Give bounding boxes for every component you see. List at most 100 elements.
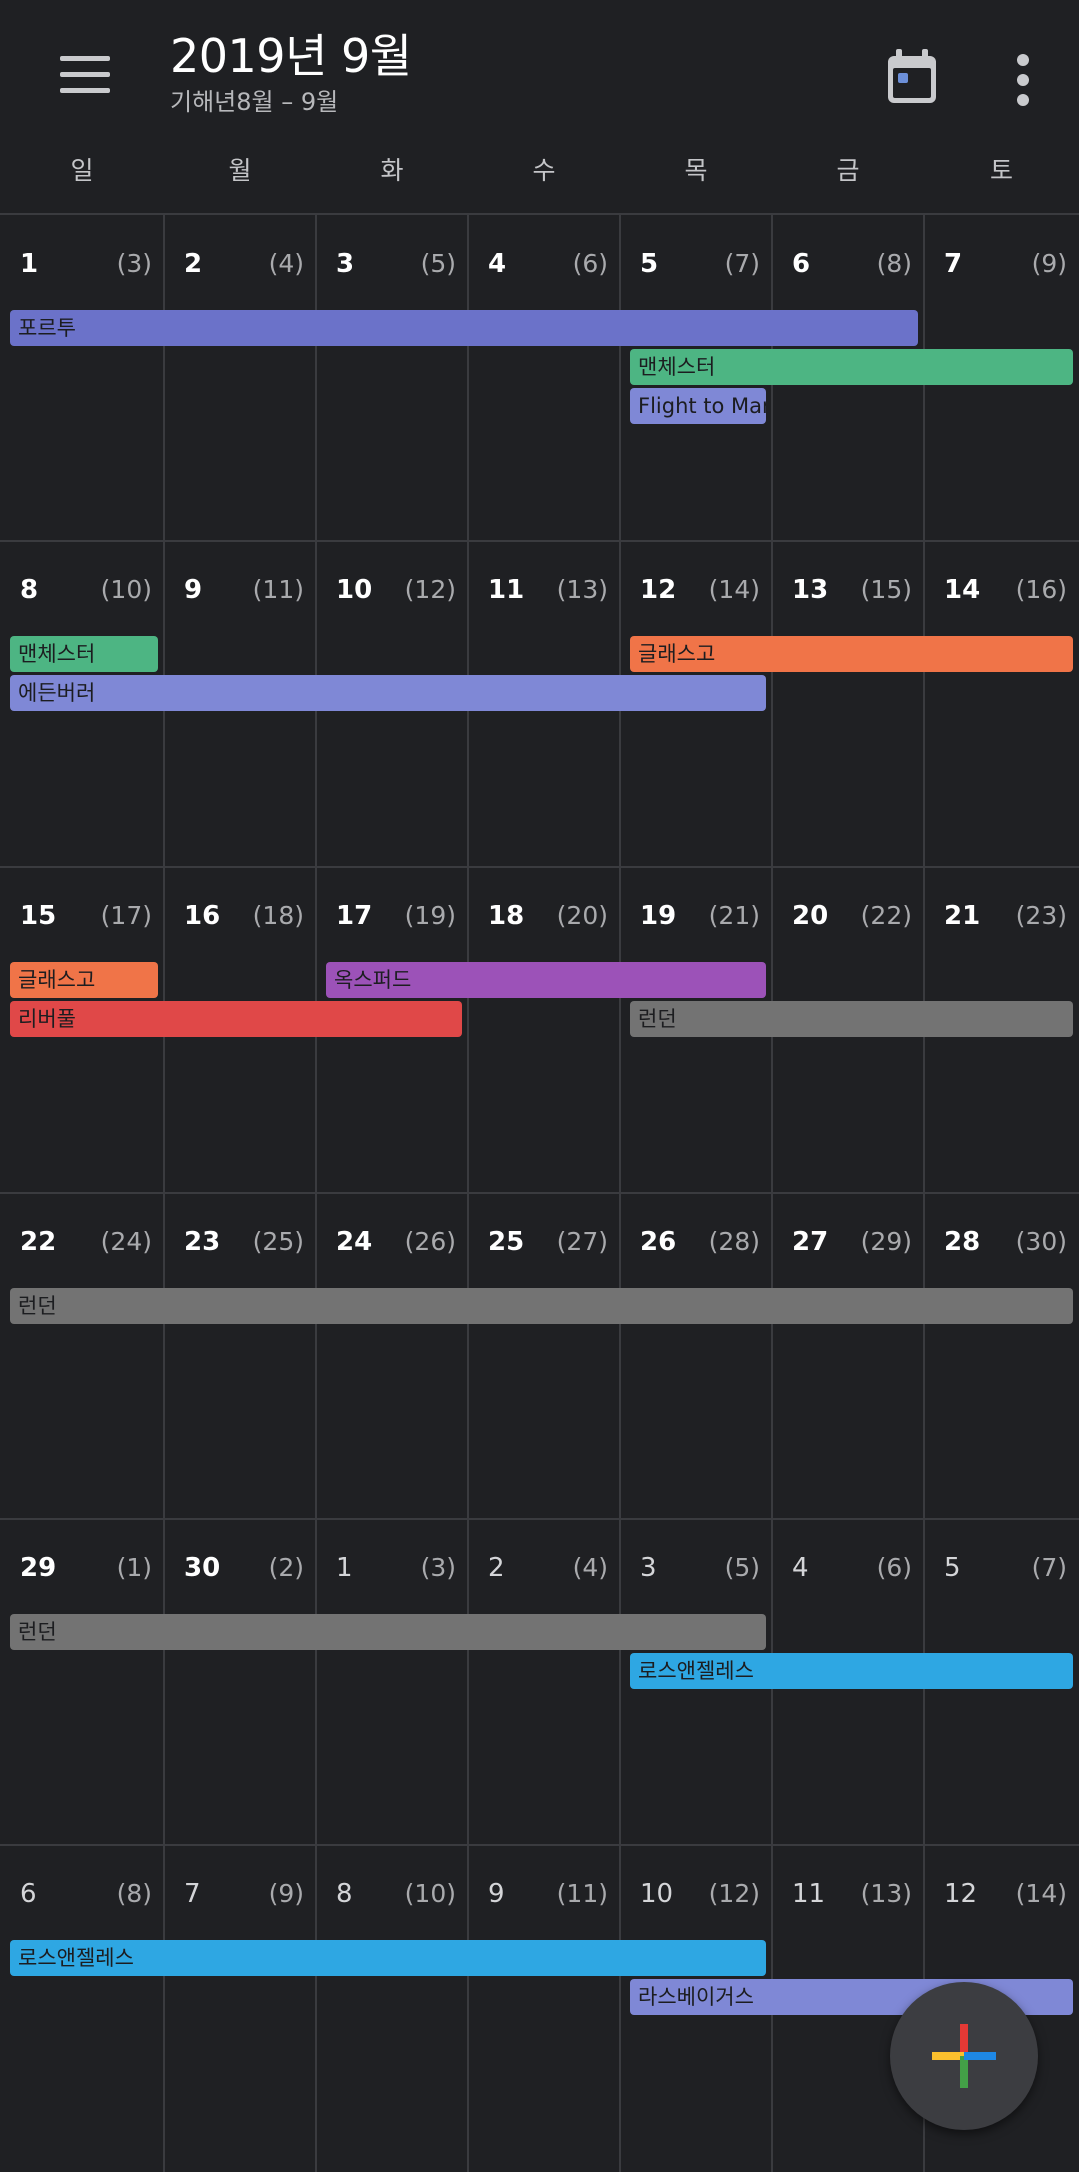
day-number: 13: [792, 575, 829, 605]
app-header: 2019년 9월 기해년8월 – 9월: [0, 0, 1079, 150]
day-number: 20: [792, 901, 829, 931]
lunar-date: (19): [404, 901, 456, 930]
month-grid: 1 (3) 2 (4) 3 (5) 4 (6) 5 (7) 6 (8) 7 (9) 포르투 맨체스터 Fligh…: [0, 215, 1079, 2172]
lunar-date: (20): [556, 901, 608, 930]
more-options-button[interactable]: [1000, 50, 1046, 110]
lunar-date: (14): [708, 575, 760, 604]
event-chip[interactable]: 옥스퍼드: [326, 962, 766, 998]
day-number: 17: [336, 901, 373, 931]
weekday-label: 화: [380, 156, 404, 185]
lunar-date: (4): [268, 249, 304, 278]
lunar-date: (18): [252, 901, 304, 930]
event-chip[interactable]: 런던: [630, 1001, 1073, 1037]
day-number: 2: [488, 1553, 505, 1583]
event-chip[interactable]: 맨체스터: [10, 636, 158, 672]
lunar-date: (25): [252, 1227, 304, 1256]
day-number: 25: [488, 1227, 525, 1257]
day-number: 18: [488, 901, 525, 931]
day-number: 23: [184, 1227, 221, 1257]
calendar-today-icon: [888, 49, 936, 103]
day-number: 3: [640, 1553, 657, 1583]
lunar-date: (23): [1015, 901, 1067, 930]
event-chip[interactable]: 로스앤젤레스: [10, 1940, 766, 1976]
lunar-date: (24): [100, 1227, 152, 1256]
lunar-date: (5): [420, 249, 456, 278]
lunar-date: (30): [1015, 1227, 1067, 1256]
lunar-date: (10): [100, 575, 152, 604]
event-chip[interactable]: 런던: [10, 1614, 766, 1650]
lunar-date: (28): [708, 1227, 760, 1256]
lunar-date: (1): [116, 1553, 152, 1582]
day-number: 14: [944, 575, 981, 605]
day-number: 9: [488, 1879, 505, 1909]
day-number: 9: [184, 575, 203, 605]
hamburger-menu-icon: [60, 56, 110, 61]
lunar-date: (7): [724, 249, 760, 278]
lunar-date: (12): [404, 575, 456, 604]
lunar-date: (14): [1015, 1879, 1067, 1908]
add-event-button[interactable]: [890, 1982, 1038, 2130]
day-number: 5: [944, 1553, 961, 1583]
lunar-date: (16): [1015, 575, 1067, 604]
weekday-label: 토: [989, 156, 1013, 185]
day-number: 12: [944, 1879, 978, 1909]
menu-button[interactable]: [50, 52, 120, 104]
lunar-date: (4): [572, 1553, 608, 1582]
lunar-date: (21): [708, 901, 760, 930]
day-number: 7: [184, 1879, 201, 1909]
lunar-date: (12): [708, 1879, 760, 1908]
lunar-date: (27): [556, 1227, 608, 1256]
lunar-date: (9): [1031, 249, 1067, 278]
event-chip[interactable]: 포르투: [10, 310, 918, 346]
lunar-date: (5): [724, 1553, 760, 1582]
today-button[interactable]: [880, 45, 944, 109]
day-number: 12: [640, 575, 677, 605]
lunar-date: (13): [860, 1879, 912, 1908]
lunar-date: (22): [860, 901, 912, 930]
hamburger-menu-icon-line: [60, 88, 110, 93]
day-number: 11: [792, 1879, 826, 1909]
lunar-date: (8): [876, 249, 912, 278]
event-chip[interactable]: 리버풀: [10, 1001, 462, 1037]
day-number: 24: [336, 1227, 373, 1257]
day-number: 29: [20, 1553, 57, 1583]
day-number: 5: [640, 249, 659, 279]
day-number: 4: [792, 1553, 809, 1583]
hamburger-menu-icon-line: [60, 72, 110, 77]
lunar-date: (7): [1031, 1553, 1067, 1582]
event-chip[interactable]: 런던: [10, 1288, 1073, 1324]
lunar-date: (8): [116, 1879, 152, 1908]
lunar-date: (6): [876, 1553, 912, 1582]
lunar-date: (11): [252, 575, 304, 604]
day-number: 21: [944, 901, 981, 931]
event-chip[interactable]: 글래스고: [10, 962, 158, 998]
day-number: 8: [20, 575, 39, 605]
lunar-date: (13): [556, 575, 608, 604]
month-title[interactable]: 2019년 9월: [170, 20, 412, 86]
day-number: 2: [184, 249, 203, 279]
event-chip[interactable]: Flight to Manchester: [630, 388, 766, 424]
lunar-date: (29): [860, 1227, 912, 1256]
day-number: 11: [488, 575, 525, 605]
add-event-plus-icon: [932, 2024, 996, 2088]
day-number: 3: [336, 249, 355, 279]
event-chip[interactable]: 에든버러: [10, 675, 766, 711]
lunar-date: (3): [116, 249, 152, 278]
lunar-date: (15): [860, 575, 912, 604]
lunar-date: (6): [572, 249, 608, 278]
day-number: 27: [792, 1227, 829, 1257]
event-chip[interactable]: 글래스고: [630, 636, 1073, 672]
weekday-label: 금: [836, 156, 860, 185]
weekday-header-row: 일월화수목금토: [0, 150, 1079, 214]
event-chip[interactable]: 맨체스터: [630, 349, 1073, 385]
event-chip[interactable]: 로스앤젤레스: [630, 1653, 1073, 1689]
lunar-date: (17): [100, 901, 152, 930]
lunar-date: (2): [268, 1553, 304, 1582]
day-number: 10: [336, 575, 373, 605]
lunar-date: (3): [420, 1553, 456, 1582]
day-number: 1: [336, 1553, 353, 1583]
day-number: 16: [184, 901, 221, 931]
day-number: 26: [640, 1227, 677, 1257]
lunar-month-subtitle: 기해년8월 – 9월: [170, 88, 339, 116]
day-number: 4: [488, 249, 507, 279]
